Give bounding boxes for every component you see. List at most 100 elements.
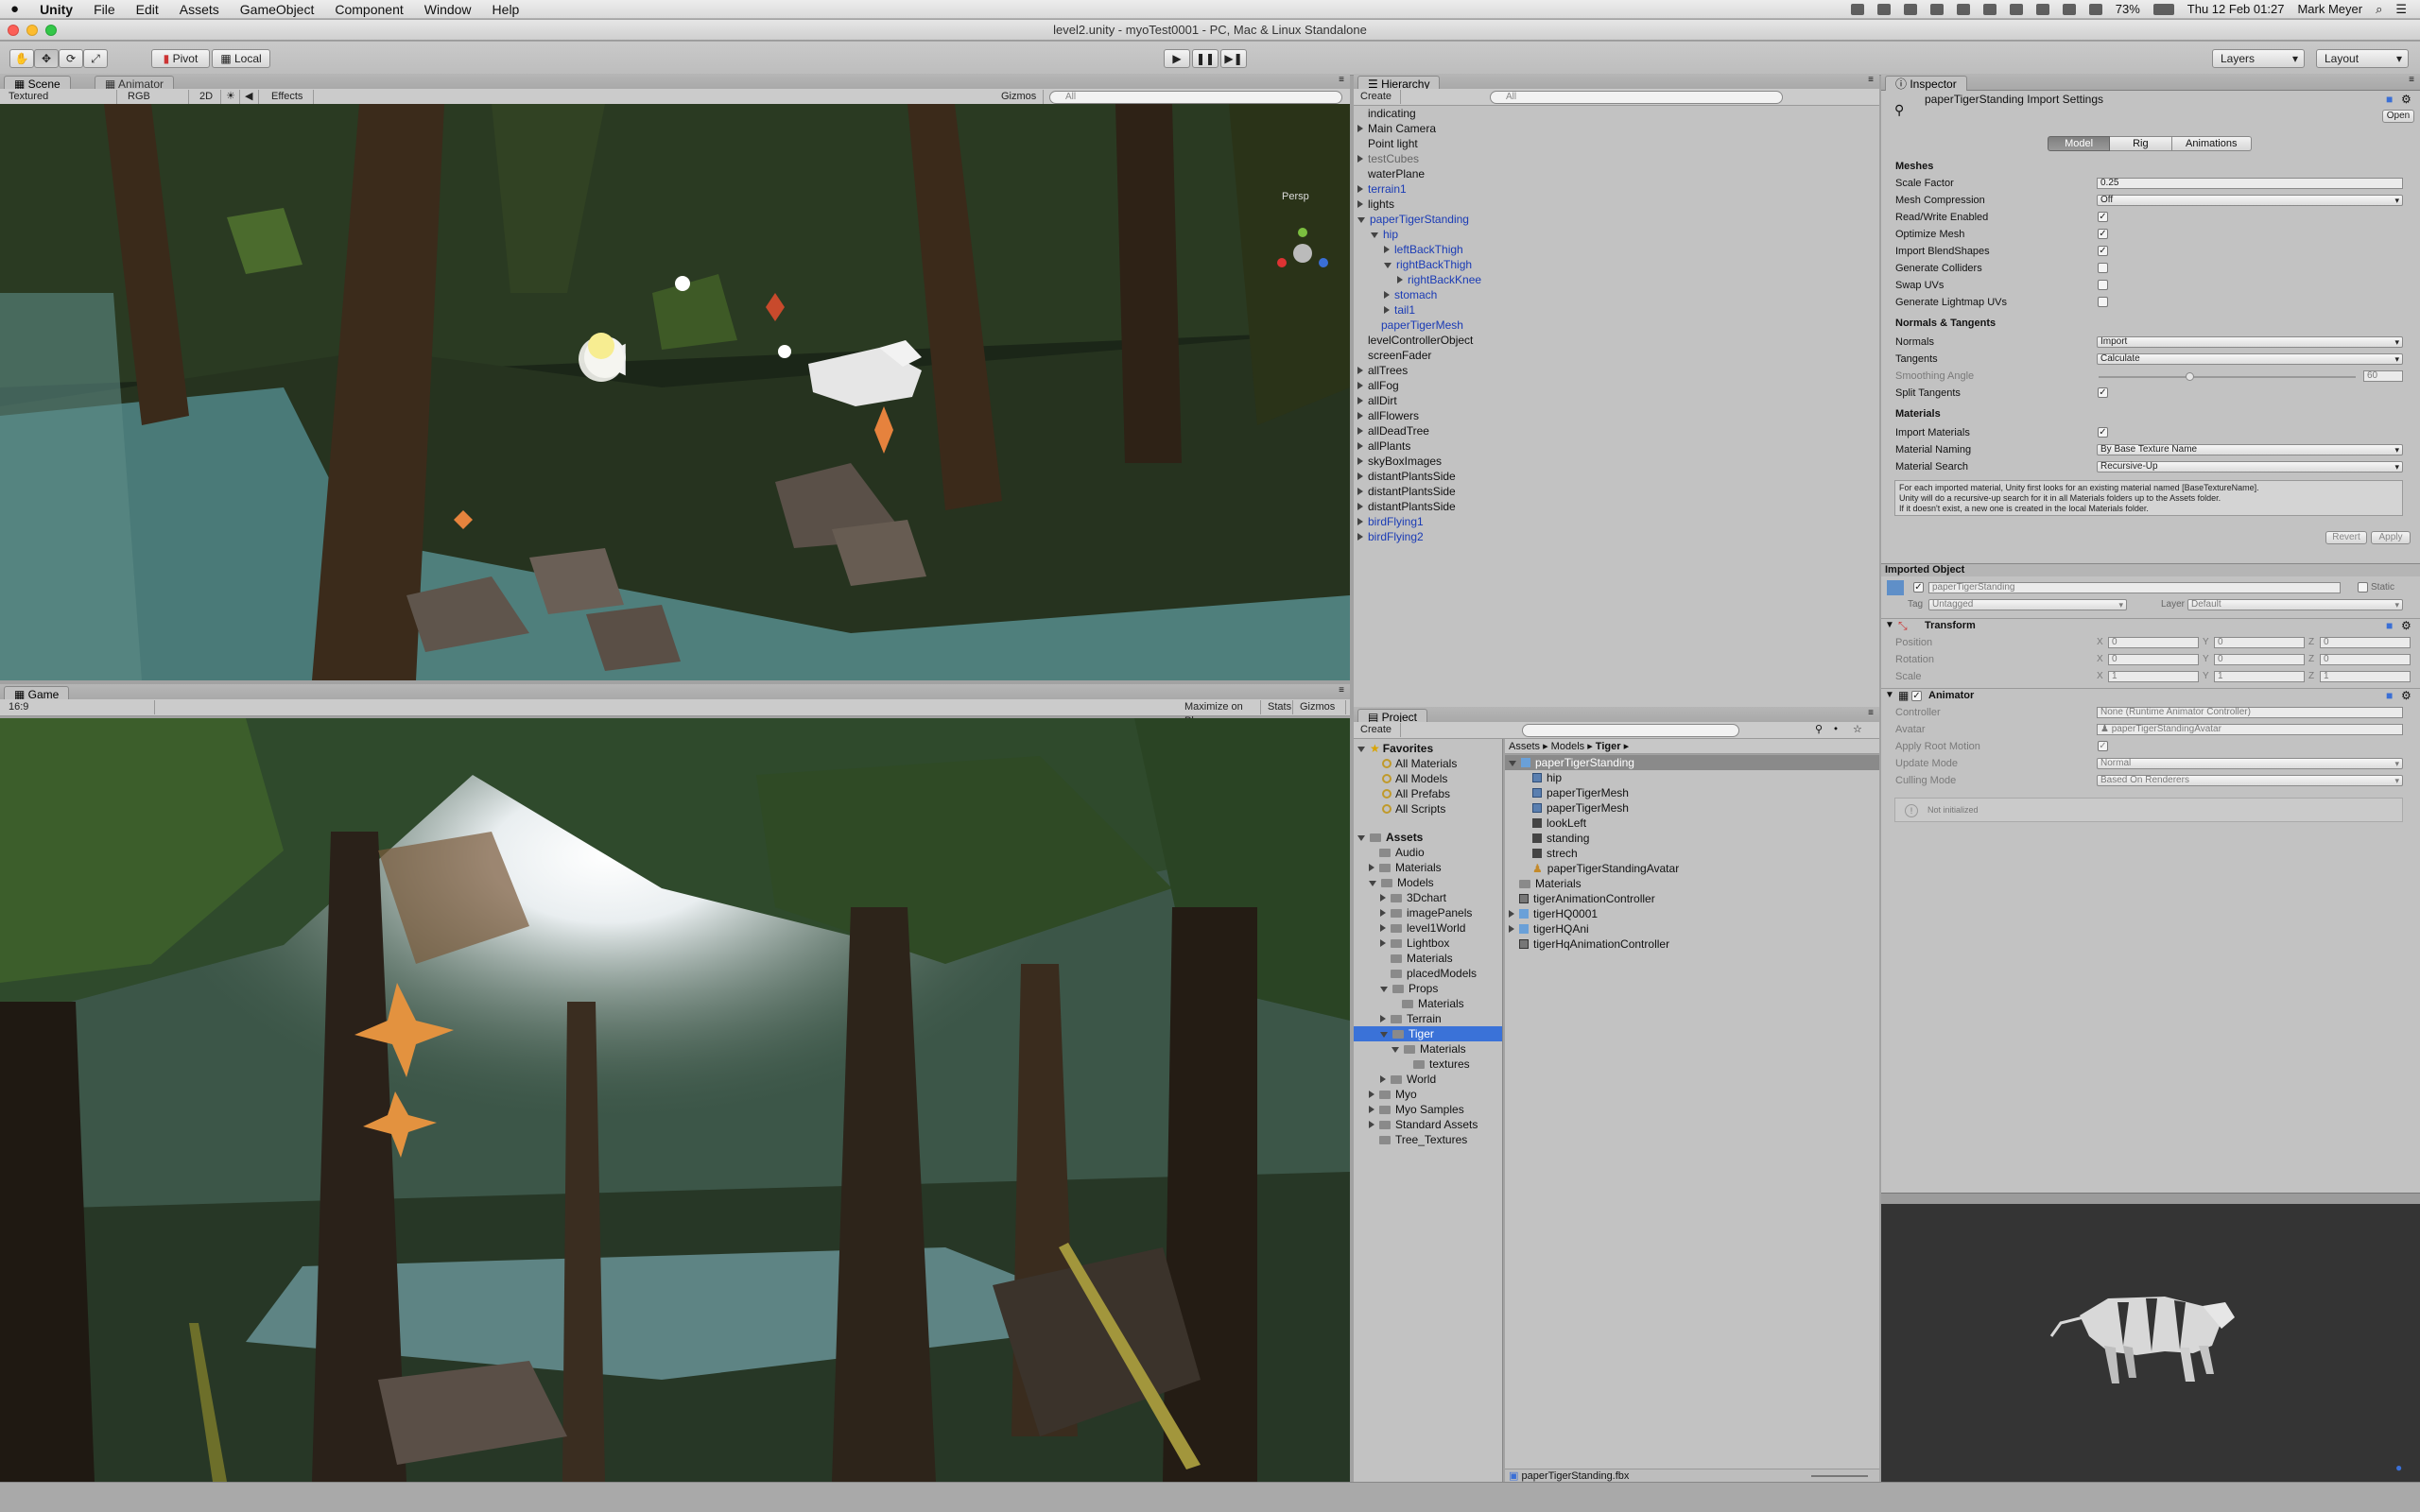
- avatar-field[interactable]: ♟ paperTigerStandingAvatar: [2097, 724, 2403, 735]
- battery-percentage[interactable]: 73%: [2116, 2, 2140, 16]
- notification-icon[interactable]: [1850, 3, 1864, 15]
- game-viewport[interactable]: [0, 718, 1350, 1482]
- preview-header[interactable]: [1881, 1193, 2420, 1204]
- favorite-item[interactable]: All Models: [1382, 771, 1447, 786]
- normals-dropdown[interactable]: Import: [2097, 336, 2403, 348]
- hierarchy-item[interactable]: paperTigerMesh: [1371, 318, 1463, 333]
- collapse-arrow-icon[interactable]: [1357, 125, 1363, 132]
- menu-app-unity[interactable]: Unity: [29, 2, 83, 17]
- hierarchy-item[interactable]: allFog: [1357, 378, 1399, 393]
- project-folder-item[interactable]: Props: [1380, 981, 1438, 996]
- panel-menu-icon[interactable]: ≡: [1868, 75, 1874, 85]
- collapse-arrow-icon[interactable]: [1369, 1091, 1374, 1098]
- help-icon[interactable]: ■: [2386, 689, 2393, 702]
- collapse-arrow-icon[interactable]: [1509, 910, 1514, 918]
- project-folder-item[interactable]: Materials: [1380, 951, 1453, 966]
- battery-icon[interactable]: [2152, 3, 2174, 15]
- optimize-mesh-checkbox[interactable]: ✓: [2098, 229, 2108, 239]
- minimize-window-button[interactable]: [26, 25, 38, 36]
- app-status-icon[interactable]: [1929, 3, 1944, 15]
- menu-gameobject[interactable]: GameObject: [230, 2, 325, 17]
- project-folder-item[interactable]: Materials: [1392, 1041, 1466, 1057]
- import-materials-checkbox[interactable]: ✓: [2098, 427, 2108, 438]
- collapse-arrow-icon[interactable]: [1380, 939, 1386, 947]
- tag-dropdown[interactable]: Untagged: [1928, 599, 2127, 610]
- collapse-arrow-icon[interactable]: [1380, 894, 1386, 902]
- hierarchy-item[interactable]: allDeadTree: [1357, 423, 1429, 438]
- tangents-dropdown[interactable]: Calculate: [2097, 353, 2403, 365]
- gear-icon[interactable]: [1982, 3, 1996, 15]
- scale-tool-button[interactable]: ⤢: [83, 49, 108, 68]
- collapse-arrow-icon[interactable]: [1357, 472, 1363, 480]
- aspect-dropdown[interactable]: 16:9: [4, 700, 155, 714]
- expand-arrow-icon[interactable]: ▼: [1885, 690, 1894, 700]
- collapse-arrow-icon[interactable]: [1357, 518, 1363, 525]
- project-file-item[interactable]: hip: [1505, 770, 1879, 785]
- game-gizmos-dropdown[interactable]: Gizmos: [1295, 700, 1346, 714]
- collapse-arrow-icon[interactable]: [1357, 457, 1363, 465]
- spotlight-search-icon[interactable]: ⌕: [2376, 2, 2382, 17]
- favorite-item[interactable]: All Scripts: [1382, 801, 1445, 816]
- clock-icon[interactable]: [2035, 3, 2049, 15]
- generate-colliders-checkbox[interactable]: [2098, 263, 2108, 273]
- model-preview[interactable]: ●: [1881, 1204, 2420, 1482]
- menu-edit[interactable]: Edit: [126, 2, 169, 17]
- audio-toggle-icon[interactable]: ◀: [240, 90, 259, 104]
- apple-icon[interactable]: ●: [0, 1, 29, 17]
- hierarchy-item[interactable]: screenFader: [1357, 348, 1431, 363]
- smoothing-angle-input[interactable]: 60: [2363, 370, 2403, 382]
- scene-search-input[interactable]: All: [1049, 91, 1342, 104]
- expand-arrow-icon[interactable]: ▼: [1885, 620, 1894, 630]
- pause-button[interactable]: ❚❚: [1192, 49, 1219, 68]
- collapse-arrow-icon[interactable]: [1384, 306, 1390, 314]
- material-naming-dropdown[interactable]: By Base Texture Name: [2097, 444, 2403, 455]
- pos-y-input[interactable]: 0: [2214, 637, 2305, 648]
- project-file-item[interactable]: standing: [1505, 831, 1879, 846]
- hierarchy-item[interactable]: allDirt: [1357, 393, 1397, 408]
- project-folder-item[interactable]: Materials: [1369, 860, 1442, 875]
- collapse-arrow-icon[interactable]: [1397, 276, 1403, 284]
- hierarchy-item[interactable]: levelControllerObject: [1357, 333, 1473, 348]
- read-write-checkbox[interactable]: ✓: [2098, 212, 2108, 222]
- tab-model[interactable]: Model: [2048, 136, 2111, 151]
- menu-help[interactable]: Help: [482, 2, 530, 17]
- collapse-arrow-icon[interactable]: [1357, 155, 1363, 163]
- shading-mode-dropdown[interactable]: Textured: [4, 90, 117, 104]
- hierarchy-item[interactable]: distantPlantsSide: [1357, 484, 1456, 499]
- close-window-button[interactable]: [8, 25, 19, 36]
- swap-uvs-checkbox[interactable]: [2098, 280, 2108, 290]
- expand-arrow-icon[interactable]: [1509, 761, 1516, 766]
- breadcrumb-assets[interactable]: Assets: [1509, 741, 1540, 752]
- dropbox-icon[interactable]: [1956, 3, 1970, 15]
- 2d-toggle[interactable]: 2D: [195, 90, 221, 104]
- collapse-arrow-icon[interactable]: [1357, 533, 1363, 541]
- search-by-label-icon[interactable]: ⬩: [1834, 723, 1838, 735]
- hierarchy-item[interactable]: allTrees: [1357, 363, 1408, 378]
- expand-arrow-icon[interactable]: [1357, 747, 1365, 752]
- project-file-item[interactable]: tigerHQ0001: [1505, 906, 1879, 921]
- revert-button[interactable]: Revert: [2325, 531, 2367, 544]
- collapse-arrow-icon[interactable]: [1357, 200, 1363, 208]
- rotate-tool-button[interactable]: ⟳: [59, 49, 83, 68]
- scl-x-input[interactable]: 1: [2108, 671, 2199, 682]
- menubar-clock[interactable]: Thu 12 Feb 01:27: [2187, 2, 2285, 16]
- local-toggle-button[interactable]: ▦ Local: [212, 49, 270, 68]
- expand-arrow-icon[interactable]: [1392, 1047, 1399, 1053]
- tab-rig[interactable]: Rig: [2110, 136, 2172, 151]
- hierarchy-item[interactable]: allPlants: [1357, 438, 1410, 454]
- preview-settings-icon[interactable]: ●: [2395, 1461, 2402, 1474]
- hierarchy-item[interactable]: leftBackThigh: [1384, 242, 1463, 257]
- menu-assets[interactable]: Assets: [169, 2, 230, 17]
- project-file-item[interactable]: Materials: [1505, 876, 1879, 891]
- panel-menu-icon[interactable]: ≡: [1868, 708, 1874, 718]
- menubar-user[interactable]: Mark Meyer: [2297, 2, 2362, 16]
- project-file-item[interactable]: tigerHQAni: [1505, 921, 1879, 936]
- hierarchy-search-input[interactable]: All: [1490, 91, 1783, 104]
- expand-arrow-icon[interactable]: [1371, 232, 1378, 238]
- camera-icon[interactable]: [1903, 3, 1917, 15]
- culling-mode-dropdown[interactable]: Based On Renderers: [2097, 775, 2403, 786]
- collapse-arrow-icon[interactable]: [1369, 1121, 1374, 1128]
- controller-field[interactable]: None (Runtime Animator Controller): [2097, 707, 2403, 718]
- collapse-arrow-icon[interactable]: [1357, 427, 1363, 435]
- hierarchy-create-dropdown[interactable]: Create ▾: [1356, 90, 1401, 116]
